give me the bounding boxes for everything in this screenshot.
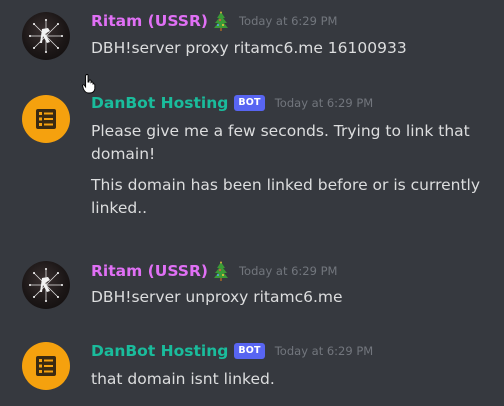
hand-cursor-icon — [82, 74, 96, 94]
bot-tag: BOT — [234, 95, 265, 111]
firework-avatar-icon — [29, 268, 63, 302]
timestamp[interactable]: Today at 6:29 PM — [239, 260, 337, 282]
server-rack-icon — [36, 109, 56, 129]
message-header: Ritam (USSR) Today at 6:29 PM — [91, 260, 337, 282]
message-header: DanBot Hosting BOT Today at 6:29 PM — [91, 340, 373, 362]
author-name[interactable]: Ritam (USSR) — [91, 10, 208, 32]
server-rack-icon — [36, 356, 56, 376]
author-name[interactable]: DanBot Hosting — [91, 340, 228, 362]
message-line: DBH!server proxy ritamc6.me 16100933 — [91, 39, 407, 57]
firework-avatar-icon — [29, 19, 63, 53]
bot-tag: BOT — [234, 343, 265, 359]
message-content: DBH!server proxy ritamc6.me 16100933 — [91, 37, 491, 60]
bot-avatar[interactable] — [22, 95, 70, 143]
bot-avatar[interactable] — [22, 342, 70, 390]
author-name[interactable]: Ritam (USSR) — [91, 260, 208, 282]
message-header: Ritam (USSR) Today at 6:29 PM — [91, 10, 337, 32]
message-content: Please give me a few seconds. Trying to … — [91, 120, 491, 220]
message-header: DanBot Hosting BOT Today at 6:29 PM — [91, 92, 373, 114]
timestamp[interactable]: Today at 6:29 PM — [239, 10, 337, 32]
christmas-tree-icon — [213, 11, 229, 31]
user-avatar[interactable] — [22, 12, 70, 60]
message-line: Please give me a few seconds. Trying to … — [91, 122, 470, 163]
author-name[interactable]: DanBot Hosting — [91, 92, 228, 114]
message-line: DBH!server unproxy ritamc6.me — [91, 288, 343, 306]
message-line: This domain has been linked before or is… — [91, 176, 481, 217]
message-content: that domain isnt linked. — [91, 368, 491, 391]
message-line: that domain isnt linked. — [91, 370, 275, 388]
timestamp[interactable]: Today at 6:29 PM — [275, 340, 373, 362]
message-content: DBH!server unproxy ritamc6.me — [91, 286, 491, 309]
user-avatar[interactable] — [22, 261, 70, 309]
timestamp[interactable]: Today at 6:29 PM — [275, 92, 373, 114]
christmas-tree-icon — [213, 261, 229, 281]
